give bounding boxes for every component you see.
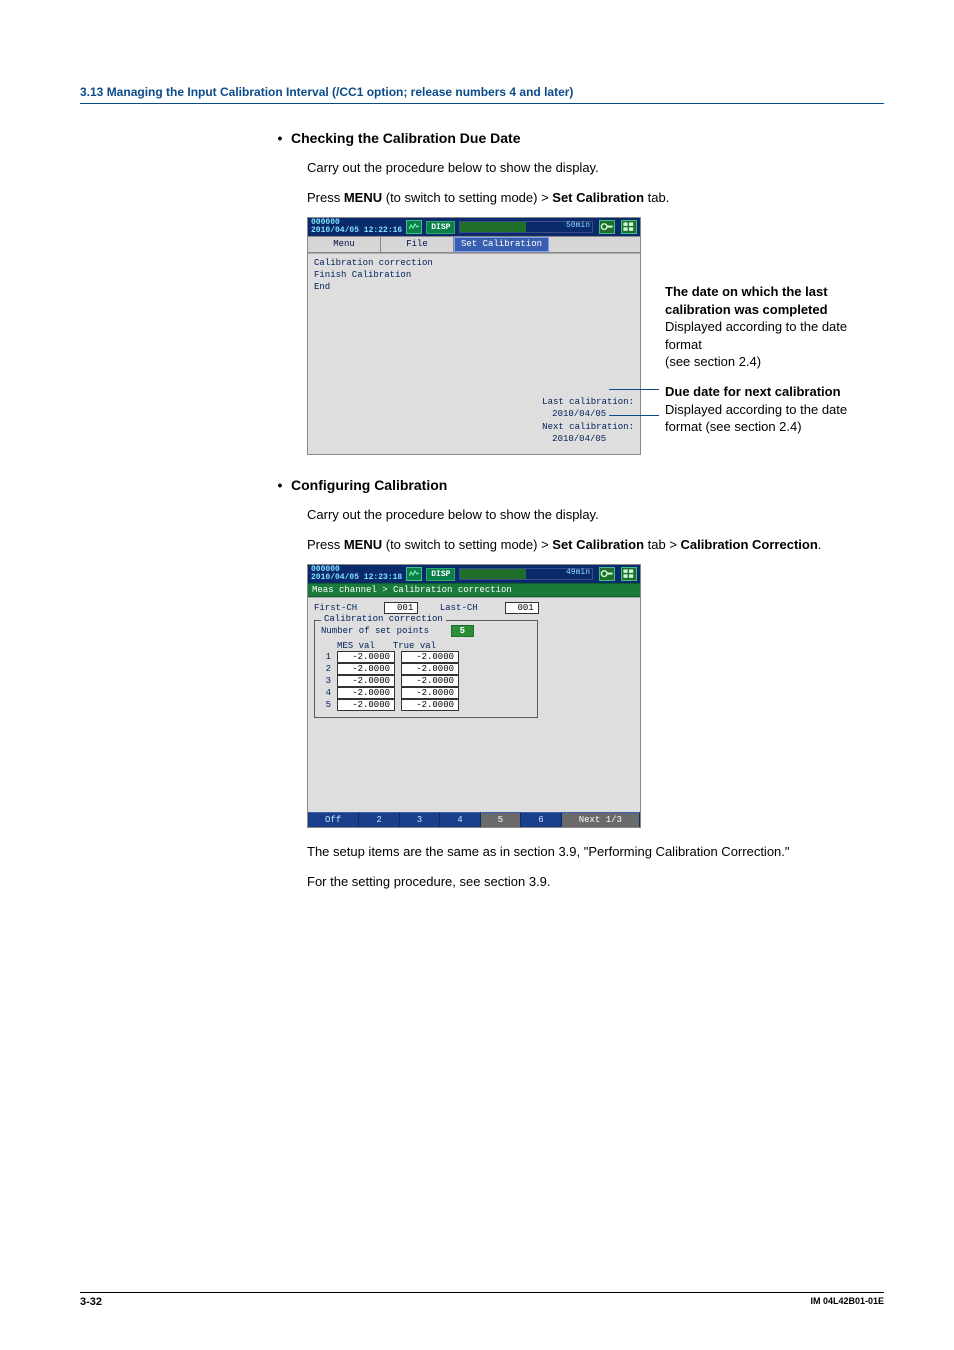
leader-line-2	[609, 415, 659, 416]
softkey-3[interactable]: 3	[400, 812, 440, 827]
menu-item-finish-cal[interactable]: Finish Calibration	[314, 270, 634, 280]
softkey-5[interactable]: 5	[481, 812, 521, 827]
key-icon	[599, 567, 615, 581]
titlebar-2: 000000 2010/04/05 12:23:18 DISP 49min	[308, 565, 640, 583]
grid-icon	[621, 220, 637, 234]
screen-body-1: Calibration correction Finish Calibratio…	[308, 253, 640, 454]
last-cal-label: Last calibration:	[542, 396, 634, 409]
tab-file[interactable]: File	[381, 237, 454, 252]
page-number: 3-32	[80, 1296, 102, 1308]
para-setup-items: The setup items are the same as in secti…	[307, 842, 884, 862]
col-true: True val	[393, 641, 436, 651]
subhead-configuring: • Configuring Calibration	[275, 477, 884, 493]
grid-icon	[621, 567, 637, 581]
softkey-row: Off 2 3 4 5 6 Next 1/3	[308, 812, 640, 827]
disp-badge: DISP	[426, 221, 455, 234]
last-ch-input[interactable]: 001	[505, 602, 539, 614]
disp-badge: DISP	[426, 568, 455, 581]
device-screen-1: 000000 2010/04/05 12:22:16 DISP 50min Me…	[307, 217, 641, 455]
progress-bar-1: 50min	[459, 221, 593, 233]
table-row: 5-2.0000-2.0000	[321, 699, 531, 711]
annotation-last-cal: The date on which the last calibration w…	[665, 283, 885, 371]
calibration-group: Calibration correction Number of set poi…	[314, 620, 538, 718]
para-intro-1: Carry out the procedure below to show th…	[307, 158, 884, 178]
true-cell[interactable]: -2.0000	[401, 699, 459, 711]
para-see-section: For the setting procedure, see section 3…	[307, 872, 884, 892]
breadcrumb: Meas channel > Calibration correction	[308, 583, 640, 597]
calibration-dates: Last calibration: 2010/04/05 Next calibr…	[542, 396, 634, 446]
true-cell[interactable]: -2.0000	[401, 687, 459, 699]
true-cell[interactable]: -2.0000	[401, 675, 459, 687]
table-row: 1-2.0000-2.0000	[321, 651, 531, 663]
next-cal-label: Next calibration:	[542, 421, 634, 434]
col-mes: MES val	[337, 641, 375, 651]
first-ch-input[interactable]: 001	[384, 602, 418, 614]
softkey-2[interactable]: 2	[359, 812, 399, 827]
mes-cell[interactable]: -2.0000	[337, 687, 395, 699]
timestamp-2: 000000 2010/04/05 12:23:18	[311, 566, 402, 582]
timestamp-1: 000000 2010/04/05 12:22:16	[311, 219, 402, 235]
device-screen-2: 000000 2010/04/05 12:23:18 DISP 49min Me…	[307, 564, 641, 828]
num-points-row: Number of set points 5	[321, 625, 531, 637]
tab-menu[interactable]: Menu	[308, 237, 381, 252]
key-icon	[599, 220, 615, 234]
true-cell[interactable]: -2.0000	[401, 651, 459, 663]
bullet-icon: •	[275, 130, 285, 146]
num-points-label: Number of set points	[321, 626, 429, 636]
mes-cell[interactable]: -2.0000	[337, 699, 395, 711]
next-cal-value: 2010/04/05	[552, 433, 634, 446]
table-row: 2-2.0000-2.0000	[321, 663, 531, 675]
subhead-text: Checking the Calibration Due Date	[291, 130, 520, 146]
menu-item-cal-correction[interactable]: Calibration correction	[314, 258, 634, 268]
group-title: Calibration correction	[321, 614, 446, 624]
mes-cell[interactable]: -2.0000	[337, 651, 395, 663]
tab-set-calibration[interactable]: Set Calibration	[454, 237, 549, 252]
screenshot-2-wrap: 000000 2010/04/05 12:23:18 DISP 49min Me…	[307, 564, 884, 828]
screen-body-2: First-CH 001 Last-CH 001 Calibration cor…	[308, 597, 640, 812]
annotation-next-cal: Due date for next calibration Displayed …	[665, 383, 885, 436]
softkey-next[interactable]: Next 1/3	[562, 812, 640, 827]
doc-number: IM 04L42B01-01E	[810, 1296, 884, 1308]
softkey-6[interactable]: 6	[521, 812, 561, 827]
subhead-checking: • Checking the Calibration Due Date	[275, 130, 884, 146]
leader-line-1	[609, 389, 659, 390]
para-press-1: Press MENU (to switch to setting mode) >…	[307, 188, 884, 208]
mes-cell[interactable]: -2.0000	[337, 675, 395, 687]
channel-row: First-CH 001 Last-CH 001	[314, 602, 634, 614]
softkey-off[interactable]: Off	[308, 812, 359, 827]
para-intro-2: Carry out the procedure below to show th…	[307, 505, 884, 525]
tab-row-1: Menu File Set Calibration	[308, 236, 640, 253]
first-ch-label: First-CH	[314, 603, 357, 613]
menu-item-end[interactable]: End	[314, 282, 634, 292]
titlebar-1: 000000 2010/04/05 12:22:16 DISP 50min	[308, 218, 640, 236]
mes-cell[interactable]: -2.0000	[337, 663, 395, 675]
screenshot-1-wrap: 000000 2010/04/05 12:22:16 DISP 50min Me…	[307, 217, 884, 455]
num-points-value[interactable]: 5	[451, 625, 474, 637]
subhead-text: Configuring Calibration	[291, 477, 447, 493]
last-ch-label: Last-CH	[440, 603, 478, 613]
para-press-2: Press MENU (to switch to setting mode) >…	[307, 535, 884, 555]
true-cell[interactable]: -2.0000	[401, 663, 459, 675]
softkey-4[interactable]: 4	[440, 812, 480, 827]
values-table: MES val True val 1-2.0000-2.0000 2-2.000…	[321, 641, 531, 711]
recorder-icon	[406, 567, 422, 581]
section-header: 3.13 Managing the Input Calibration Inte…	[80, 85, 884, 104]
menu-list: Calibration correction Finish Calibratio…	[314, 258, 634, 292]
table-row: 4-2.0000-2.0000	[321, 687, 531, 699]
recorder-icon	[406, 220, 422, 234]
progress-bar-2: 49min	[459, 568, 593, 580]
page-footer: 3-32 IM 04L42B01-01E	[80, 1292, 884, 1308]
table-row: 3-2.0000-2.0000	[321, 675, 531, 687]
bullet-icon: •	[275, 477, 285, 493]
